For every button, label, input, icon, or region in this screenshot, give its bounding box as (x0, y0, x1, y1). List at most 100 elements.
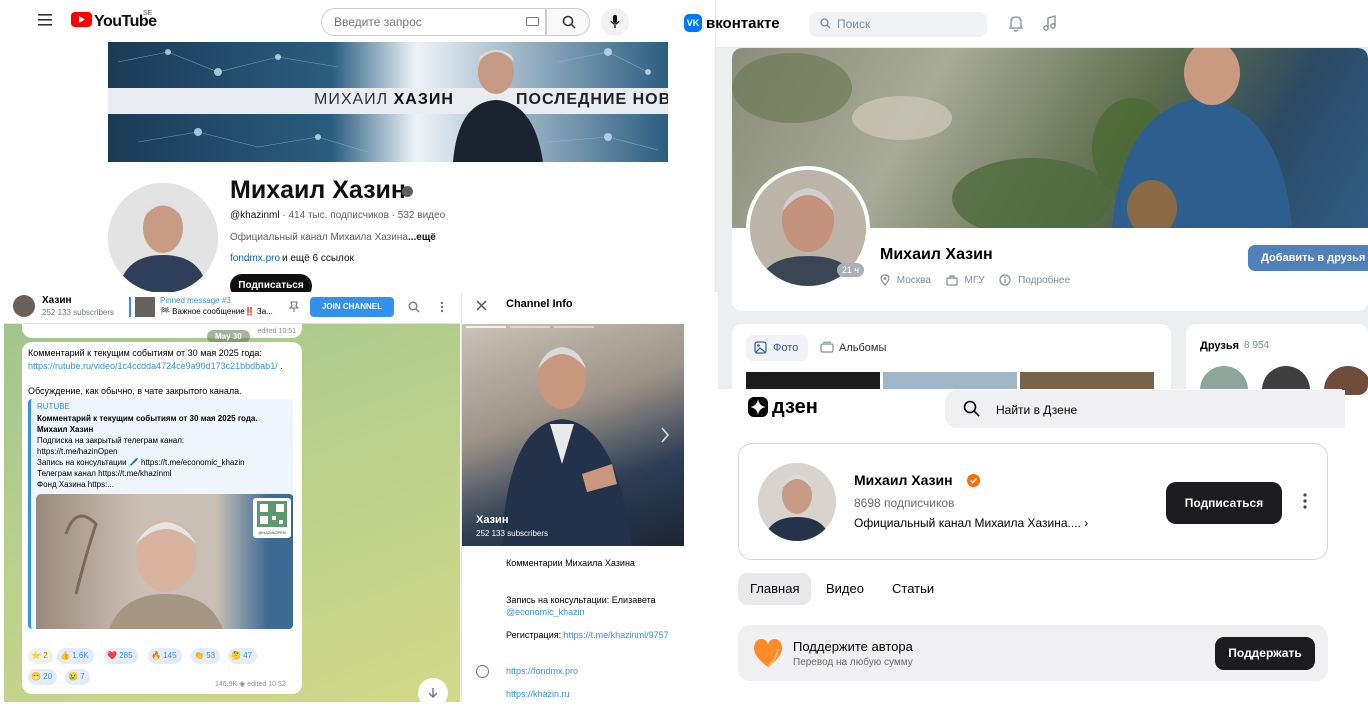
telegram-panel: Хазин 252 133 subscribers Pinned message… (4, 292, 718, 708)
reaction-clap[interactable]: 👏 53 (191, 648, 221, 664)
channel-description: Официальный канал Михаила Хазина (230, 232, 408, 243)
friends-title[interactable]: Друзья (1200, 340, 1239, 352)
keyboard-icon[interactable] (526, 17, 539, 26)
search-icon[interactable] (408, 301, 420, 313)
voice-search-button[interactable] (601, 8, 629, 36)
more-links[interactable]: и ещё 6 ссылок (282, 253, 354, 264)
channel-avatar[interactable] (108, 183, 218, 293)
education-icon (946, 274, 958, 286)
dzen-logo-text[interactable]: дзен (772, 396, 818, 419)
profile-city[interactable]: Москва (897, 275, 931, 286)
channel-name[interactable]: Хазин (42, 295, 72, 306)
consult-link[interactable]: @economic_khazin (506, 607, 585, 617)
hamburger-menu-icon[interactable] (38, 14, 52, 26)
photo-progress (466, 326, 506, 328)
reaction-thumbs-up[interactable]: 👍 1.6K (57, 648, 94, 664)
channel-avatar[interactable] (13, 295, 35, 317)
close-icon[interactable] (476, 300, 487, 311)
dzen-logo-icon[interactable] (748, 397, 768, 417)
more-vertical-icon[interactable] (440, 301, 444, 313)
tab-articles[interactable]: Статьи (880, 573, 946, 605)
channel-link-khazin[interactable]: https://khazin.ru (506, 689, 570, 699)
message-meta: 146.9K ◉ edited 10:52 (215, 680, 286, 688)
reaction-thinking[interactable]: 🤔 47 (228, 648, 258, 664)
qr-caption: @HAZINOPEN (258, 530, 286, 535)
friends-count: 8 954 (1244, 340, 1270, 351)
preview-video-thumbnail[interactable]: @HAZINOPEN (36, 494, 293, 629)
message-bubble[interactable]: Комментарий к текущим событиям от 30 мая… (22, 342, 302, 694)
youtube-logo-icon[interactable] (71, 12, 92, 27)
youtube-panel: YouTube SE Введите запрос МИХАИЛ ХАЗИН П… (26, 0, 716, 300)
add-friend-button[interactable]: Добавить в друзья (1248, 245, 1368, 271)
support-title: Поддержите автора (793, 639, 913, 654)
qr-code: @HAZINOPEN (253, 498, 291, 538)
vk-search-input[interactable]: Поиск (809, 12, 987, 37)
photo-icon (754, 341, 767, 354)
reaction-grin[interactable]: 😁 20 (28, 669, 58, 685)
search-input[interactable]: Введите запрос (321, 8, 546, 36)
message-text: Комментарий к текущим событиям от 30 мая… (28, 347, 296, 398)
channel-link[interactable]: fondmx.pro (230, 253, 280, 264)
bell-icon[interactable] (1008, 15, 1024, 32)
profile-university[interactable]: МГУ (964, 275, 984, 286)
vk-logo-icon[interactable]: VK (684, 14, 702, 32)
banner-name-last: ХАЗИН (393, 91, 454, 108)
pinned-text[interactable]: 🏁 Важное сообщение‼️ За... (160, 307, 273, 316)
album-icon (820, 341, 834, 353)
reaction-fire[interactable]: 🔥 145 (148, 648, 182, 664)
chevron-right-icon[interactable] (660, 426, 670, 444)
preview-line: Фонд Хазина https:... (37, 480, 114, 489)
info-icon (999, 274, 1011, 286)
pinned-thumbnail[interactable] (135, 297, 155, 317)
music-icon[interactable] (1042, 15, 1058, 32)
channel-title: Михаил Хазин (230, 176, 406, 204)
tab-main[interactable]: Главная (738, 573, 812, 605)
telegram-chat: Хазин 252 133 subscribers Pinned message… (4, 292, 460, 708)
reaction-heart[interactable]: ❤️ 285 (104, 648, 138, 664)
vk-friends-block: Друзья 8 954 (1186, 324, 1368, 395)
tab-video[interactable]: Видео (814, 573, 876, 605)
preview-line: https://t.me/hazinOpen (37, 447, 118, 456)
preview-site: RUTUBE (37, 402, 70, 411)
link-preview[interactable]: RUTUBE Комментарий к текущим событиям от… (28, 399, 293, 629)
info-icon (476, 665, 489, 678)
dzen-search-input[interactable]: Найти в Дзене (945, 390, 1345, 428)
vk-logo-text[interactable]: вконтакте (706, 15, 780, 32)
message-text-main: Комментарий к текущим событиям от 30 мая… (28, 348, 262, 358)
message-text-end: . (277, 361, 283, 371)
reaction-cry[interactable]: 😢 7 (65, 669, 90, 685)
dzen-subscribe-button[interactable]: Подписаться (1166, 482, 1282, 524)
channel-info-photo[interactable]: Хазин 252 133 subscribers (462, 324, 684, 546)
pinned-list-icon[interactable] (288, 301, 300, 313)
join-channel-button[interactable]: JOIN CHANNEL (310, 297, 394, 317)
dzen-avatar[interactable] (758, 463, 836, 541)
photo-progress (554, 326, 594, 328)
profile-info-row: Москва МГУ Подробнее (880, 274, 1070, 286)
channel-info-panel: Channel Info Хазин 252 133 subscribers К… (461, 292, 718, 702)
scroll-down-button[interactable] (418, 678, 448, 708)
reaction-star[interactable]: ⭐ 2 (28, 648, 53, 664)
message-link[interactable]: https://rutube.ru/video/1c4ccdda4724ce9a… (28, 361, 278, 371)
description-more-link[interactable]: ...ещё (408, 232, 436, 243)
registration-link[interactable]: https://t.me/khazinml/9757 (564, 630, 669, 640)
last-seen-badge: 21 ч (837, 263, 864, 277)
dzen-description[interactable]: Официальный канал Михаила Хазина.... › (854, 516, 1088, 530)
channel-info-subscribers: 252 133 subscribers (476, 529, 549, 538)
more-vertical-icon[interactable] (1303, 493, 1307, 509)
profile-details-link[interactable]: Подробнее (1018, 275, 1070, 286)
channel-info-title: Channel Info (506, 298, 573, 310)
search-icon (820, 18, 831, 29)
channel-info-name: Хазин (476, 514, 509, 526)
channel-stats: · 414 тыс. подписчиков · 532 видео (279, 210, 446, 221)
arrow-down-icon (428, 688, 438, 698)
search-button[interactable] (546, 8, 590, 36)
heart-icon (753, 639, 783, 668)
channel-link-fondmx[interactable]: https://fondmx.pro (506, 666, 578, 676)
pinned-title[interactable]: Pinned message #3 (160, 296, 231, 305)
dzen-channel-name: Михаил Хазин (854, 472, 953, 488)
pinned-indicator (129, 297, 131, 317)
preview-line: Запись на консультации 🖊️ https://t.me/e… (37, 458, 245, 467)
support-button[interactable]: Поддержать (1215, 637, 1315, 670)
edited-time: edited 10:52 (247, 681, 286, 688)
dzen-subscribers: 8698 подписчиков (854, 496, 955, 510)
